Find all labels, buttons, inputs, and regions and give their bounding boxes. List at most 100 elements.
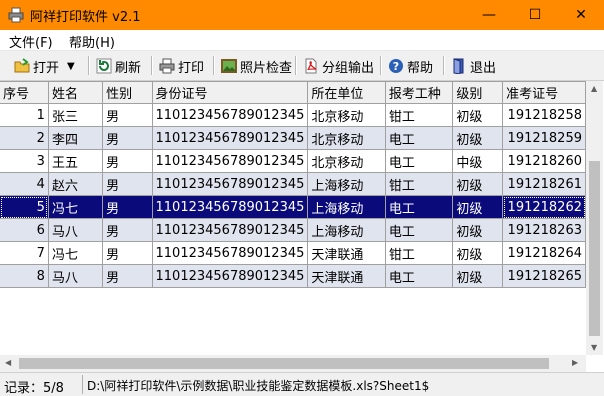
table-cell[interactable]: 张三 bbox=[48, 103, 104, 127]
column-header[interactable]: 报考工种 bbox=[385, 82, 454, 104]
table-cell[interactable]: 7 bbox=[0, 241, 49, 265]
table-row[interactable]: 5 冯七男 110123456789012345 上海移动 电工 初级 191218262 bbox=[0, 195, 586, 219]
table-cell[interactable]: 191218264 bbox=[502, 241, 586, 265]
table-cell[interactable]: 北京移动 bbox=[307, 149, 386, 173]
table-cell[interactable]: 马八 bbox=[48, 218, 104, 242]
table-cell[interactable]: 110123456789012345 bbox=[152, 126, 309, 150]
table-cell[interactable]: 冯七 bbox=[48, 241, 104, 265]
table-cell[interactable]: 110123456789012345 bbox=[152, 218, 309, 242]
group-export-button[interactable]: 分组输出 bbox=[303, 55, 374, 77]
table-cell[interactable]: 上海移动 bbox=[307, 172, 386, 196]
table-cell[interactable]: 钳工 bbox=[385, 172, 454, 196]
data-grid[interactable]: 序号 姓名 性别 身份证号 所在单位 报考工种 级别 准考证号 1 张三男 1101… bbox=[0, 81, 586, 356]
table-row[interactable]: 1 张三男 110123456789012345 北京移动 钳工 初级 191218258 bbox=[0, 103, 586, 127]
table-cell[interactable]: 110123456789012345 bbox=[152, 195, 309, 219]
open-dropdown-arrow[interactable]: ▼ bbox=[67, 55, 75, 77]
table-cell[interactable]: 北京移动 bbox=[307, 126, 386, 150]
table-cell[interactable]: 初级 bbox=[452, 241, 504, 265]
column-header[interactable]: 准考证号 bbox=[502, 82, 586, 104]
table-cell[interactable]: 191218260 bbox=[502, 149, 586, 173]
table-cell[interactable]: 电工 bbox=[385, 126, 454, 150]
table-cell[interactable]: 110123456789012345 bbox=[152, 103, 309, 127]
table-cell[interactable]: 191218263 bbox=[502, 218, 586, 242]
horizontal-scrollbar[interactable]: ◀ ▶ bbox=[0, 355, 586, 372]
maximize-button[interactable]: ☐ bbox=[512, 0, 558, 30]
column-header[interactable]: 身份证号 bbox=[152, 82, 309, 104]
open-button[interactable]: 打开 bbox=[14, 55, 59, 77]
table-cell[interactable]: 男 bbox=[102, 264, 153, 288]
table-cell[interactable]: 天津联通 bbox=[307, 264, 386, 288]
menu-help[interactable]: 帮助(H) bbox=[69, 32, 115, 51]
column-header[interactable]: 所在单位 bbox=[307, 82, 386, 104]
vertical-scroll-thumb[interactable] bbox=[589, 161, 600, 336]
table-cell[interactable]: 初级 bbox=[452, 195, 504, 219]
table-cell[interactable]: 电工 bbox=[385, 195, 454, 219]
refresh-button[interactable]: 刷新 bbox=[96, 55, 141, 77]
table-cell[interactable]: 上海移动 bbox=[307, 218, 386, 242]
horizontal-scroll-thumb[interactable] bbox=[19, 358, 549, 369]
table-cell[interactable]: 初级 bbox=[452, 103, 504, 127]
table-row[interactable]: 3 王五男 110123456789012345 北京移动 电工 中级 191218260 bbox=[0, 149, 586, 173]
scroll-up-arrow-icon[interactable]: ▲ bbox=[591, 84, 597, 93]
table-cell[interactable]: 8 bbox=[0, 264, 49, 288]
table-cell[interactable]: 电工 bbox=[385, 264, 454, 288]
table-cell[interactable]: 北京移动 bbox=[307, 103, 386, 127]
exit-button[interactable]: 退出 bbox=[451, 55, 496, 77]
column-header[interactable]: 性别 bbox=[102, 82, 153, 104]
table-cell[interactable]: 110123456789012345 bbox=[152, 149, 309, 173]
table-cell[interactable]: 电工 bbox=[385, 149, 454, 173]
scroll-left-arrow-icon[interactable]: ◀ bbox=[5, 358, 11, 367]
table-cell[interactable]: 男 bbox=[102, 172, 153, 196]
table-cell[interactable]: 天津联通 bbox=[307, 241, 386, 265]
table-cell[interactable]: 初级 bbox=[452, 126, 504, 150]
table-cell[interactable]: 2 bbox=[0, 126, 49, 150]
table-cell[interactable]: 男 bbox=[102, 126, 153, 150]
title-bar[interactable]: 阿祥打印软件 v2.1 — ☐ ✕ bbox=[0, 0, 604, 30]
column-header[interactable]: 姓名 bbox=[48, 82, 104, 104]
table-cell[interactable]: 男 bbox=[102, 218, 153, 242]
table-cell[interactable]: 4 bbox=[0, 172, 49, 196]
table-cell[interactable]: 110123456789012345 bbox=[152, 241, 309, 265]
scroll-down-arrow-icon[interactable]: ▼ bbox=[591, 343, 597, 352]
print-button[interactable]: 打印 bbox=[159, 55, 204, 77]
table-row[interactable]: 2 李四男 110123456789012345 北京移动 电工 初级 191218259 bbox=[0, 126, 586, 150]
table-cell[interactable]: 男 bbox=[102, 241, 153, 265]
table-cell[interactable]: 191218265 bbox=[502, 264, 586, 288]
help-button[interactable]: ? 帮助 bbox=[388, 55, 433, 77]
table-row[interactable]: 8 马八男 110123456789012345 天津联通 电工 初级 191218265 bbox=[0, 264, 586, 288]
table-cell[interactable]: 男 bbox=[102, 149, 153, 173]
table-cell[interactable]: 李四 bbox=[48, 126, 104, 150]
vertical-scrollbar[interactable]: ▲ ▼ bbox=[586, 81, 603, 355]
table-row[interactable]: 7 冯七男 110123456789012345 天津联通 钳工 初级 191218264 bbox=[0, 241, 586, 265]
table-cell[interactable]: 钳工 bbox=[385, 103, 454, 127]
table-cell[interactable]: 冯七 bbox=[48, 195, 104, 219]
table-cell[interactable]: 赵六 bbox=[48, 172, 104, 196]
table-cell[interactable]: 马八 bbox=[48, 264, 104, 288]
table-cell[interactable]: 191218259 bbox=[502, 126, 586, 150]
table-cell[interactable]: 1 bbox=[0, 103, 49, 127]
column-header[interactable]: 序号 bbox=[0, 82, 49, 104]
close-button[interactable]: ✕ bbox=[558, 0, 604, 30]
table-cell[interactable]: 中级 bbox=[452, 149, 504, 173]
table-cell[interactable]: 电工 bbox=[385, 218, 454, 242]
table-cell[interactable]: 110123456789012345 bbox=[152, 264, 309, 288]
table-cell[interactable]: 3 bbox=[0, 149, 49, 173]
table-cell[interactable]: 男 bbox=[102, 195, 153, 219]
table-cell[interactable]: 191218258 bbox=[502, 103, 586, 127]
table-cell[interactable]: 6 bbox=[0, 218, 49, 242]
minimize-button[interactable]: — bbox=[466, 0, 512, 30]
table-cell[interactable]: 191218261 bbox=[502, 172, 586, 196]
table-row[interactable]: 4 赵六男 110123456789012345 上海移动 钳工 初级 191218261 bbox=[0, 172, 586, 196]
table-cell[interactable]: 钳工 bbox=[385, 241, 454, 265]
table-cell[interactable]: 王五 bbox=[48, 149, 104, 173]
column-header[interactable]: 级别 bbox=[452, 82, 504, 104]
photo-check-button[interactable]: 照片检查 bbox=[221, 55, 292, 77]
table-cell[interactable]: 初级 bbox=[452, 172, 504, 196]
table-cell[interactable]: 男 bbox=[102, 103, 153, 127]
table-row[interactable]: 6 马八男 110123456789012345 上海移动 电工 初级 191218263 bbox=[0, 218, 586, 242]
menu-file[interactable]: 文件(F) bbox=[9, 32, 53, 51]
table-cell[interactable]: 上海移动 bbox=[307, 195, 386, 219]
table-cell[interactable]: 初级 bbox=[452, 218, 504, 242]
scroll-right-arrow-icon[interactable]: ▶ bbox=[572, 358, 578, 367]
table-cell[interactable]: 191218262 bbox=[502, 195, 586, 219]
